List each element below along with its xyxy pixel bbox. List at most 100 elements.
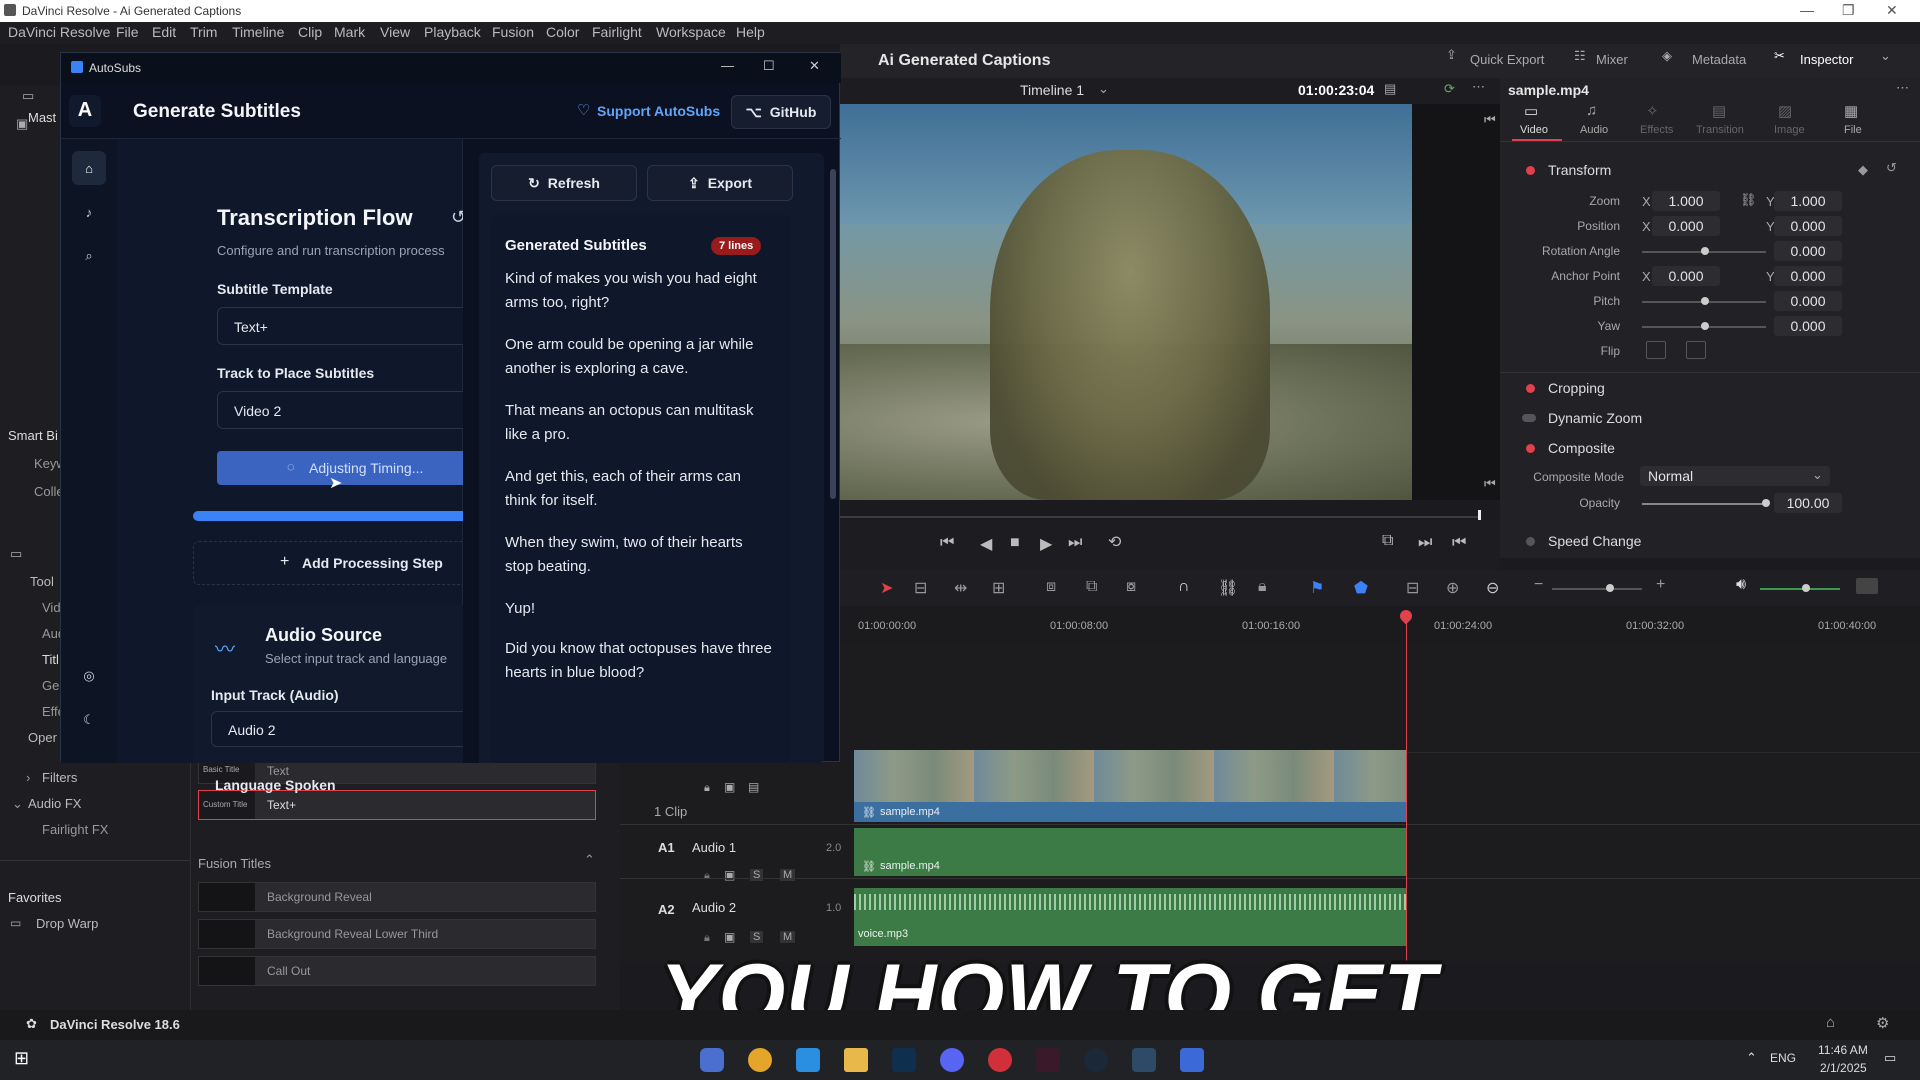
fairlight-fx-item[interactable]: Fairlight FX (42, 822, 108, 837)
tab-effects[interactable]: Effects (1640, 124, 1673, 136)
volume-icon[interactable]: 🔊︎ (1736, 576, 1746, 594)
zoom-x-field[interactable]: 1.000 (1652, 191, 1720, 211)
scrollbar-thumb[interactable] (830, 169, 836, 499)
prev-edit-icon-2[interactable]: ⏮ (1484, 476, 1496, 492)
audio1-name[interactable]: Audio 1 (692, 840, 736, 855)
clock-date[interactable]: 2/1/2025 (1820, 1061, 1867, 1075)
tab-file[interactable]: File (1844, 124, 1862, 136)
app-icon-copilot[interactable] (700, 1048, 724, 1072)
video-transitions-item[interactable]: Vid (42, 600, 61, 615)
master-bin[interactable]: Mast (28, 110, 56, 125)
playhead[interactable] (1406, 614, 1407, 962)
trim-tool-icon[interactable]: ⊟ (914, 578, 927, 598)
menu-help[interactable]: Help (736, 24, 765, 40)
close-icon[interactable]: ✕ (1886, 2, 1898, 19)
audio1-clip[interactable]: ⛓ sample.mp4 (854, 828, 1406, 876)
titles-item[interactable]: Titl (42, 652, 59, 667)
match-frame-icon[interactable]: ⧉ (1382, 532, 1393, 550)
refresh-button[interactable]: ↻ Refresh (491, 165, 637, 201)
mute-button[interactable]: M (780, 931, 796, 943)
volume-slider[interactable] (1760, 588, 1840, 590)
smart-bins[interactable]: Smart Bi (8, 428, 58, 443)
yaw-knob[interactable] (1701, 322, 1709, 330)
generators-item[interactable]: Ge (42, 678, 59, 693)
fusion-title-item[interactable]: Background Reveal Lower Third (198, 919, 596, 949)
app-icon-v[interactable] (1036, 1048, 1060, 1072)
display-icon[interactable]: ▤ (1384, 81, 1396, 97)
track-monitor-icon[interactable]: ▣ (724, 780, 735, 794)
subtitle-line[interactable]: One arm could be opening a jar while ano… (505, 333, 775, 381)
flip-vertical-icon[interactable] (1686, 341, 1706, 359)
mute-button[interactable]: M (780, 869, 796, 881)
menu-mark[interactable]: Mark (334, 24, 365, 40)
anchor-x-field[interactable]: 0.000 (1652, 266, 1720, 286)
dim-button[interactable] (1856, 578, 1878, 594)
inspector-more-icon[interactable]: ⋯ (1896, 80, 1909, 96)
photoshop-icon[interactable] (892, 1048, 916, 1072)
audio-icon[interactable]: ♪ (72, 195, 106, 229)
stop-icon[interactable]: ■ (1010, 534, 1020, 552)
cropping-enable-dot[interactable] (1526, 384, 1535, 393)
panel-toggle-icon[interactable]: ▭ (10, 546, 22, 562)
dynamic-trim-icon[interactable]: ⇹ (954, 578, 967, 598)
play-icon[interactable]: ▶ (1040, 534, 1052, 554)
audio-fx-item[interactable]: Audio FX (28, 796, 81, 811)
progress-button[interactable]: ◌ Adjusting Timing... (217, 451, 497, 485)
zoom-out-icon[interactable]: − (1534, 576, 1543, 594)
link-icon[interactable]: ⛓ (1740, 192, 1757, 208)
discord-icon[interactable] (940, 1048, 964, 1072)
insert-clip-icon[interactable]: ⧈ (1046, 578, 1056, 596)
overwrite-clip-icon[interactable]: ⧉ (1086, 578, 1097, 596)
blade-tool-icon[interactable]: ⊞ (992, 578, 1005, 598)
snapping-icon[interactable]: ∩ (1178, 578, 1190, 596)
zoom-detail-icon[interactable]: ⊕ (1446, 578, 1459, 598)
position-lock-icon[interactable]: 🔒︎ (1258, 578, 1267, 596)
pitch-field[interactable]: 0.000 (1774, 291, 1842, 311)
chevron-down-icon[interactable]: ⌄ (1098, 81, 1109, 97)
metadata-button[interactable]: Metadata (1692, 52, 1746, 67)
transform-enable-dot[interactable] (1526, 166, 1535, 175)
scrubber-track[interactable] (840, 516, 1480, 518)
input-track-select[interactable]: Audio 2 ⇕ (211, 711, 501, 747)
file-explorer-icon[interactable] (844, 1048, 868, 1072)
subtitle-line[interactable]: Did you know that octopuses have three h… (505, 637, 775, 685)
rotation-field[interactable]: 0.000 (1774, 241, 1842, 261)
transform-title[interactable]: Transform (1548, 162, 1611, 178)
maximize-icon[interactable]: ☐ (763, 58, 775, 74)
next-edit-icon[interactable]: ⏭ (1418, 534, 1432, 552)
fusion-titles-header[interactable]: Fusion Titles (198, 856, 271, 871)
subtitle-line[interactable]: Yup! (505, 597, 775, 621)
help-icon[interactable]: ◎ (72, 659, 106, 693)
davinci-icon[interactable] (1132, 1048, 1156, 1072)
anchor-y-field[interactable]: 0.000 (1774, 266, 1842, 286)
marker-icon[interactable]: ⬟ (1354, 578, 1368, 598)
dynamic-zoom-toggle[interactable] (1522, 414, 1536, 422)
pitch-knob[interactable] (1701, 297, 1709, 305)
moon-icon[interactable]: ☾ (72, 703, 106, 737)
timeline-name[interactable]: Timeline 1 (1020, 82, 1084, 98)
prev-edit-icon[interactable]: ⏮ (1484, 112, 1496, 128)
autosubs-icon[interactable] (1180, 1048, 1204, 1072)
prev-edit-transport-icon[interactable]: ⏮ (1452, 534, 1466, 552)
menu-color[interactable]: Color (546, 24, 579, 40)
language-indicator[interactable]: ENG (1770, 1051, 1796, 1065)
windows-start-icon[interactable]: ⊞ (14, 1048, 29, 1069)
menu-trim[interactable]: Trim (190, 24, 217, 40)
favorite-drop-warp[interactable]: Drop Warp (36, 916, 98, 931)
audio2-clip[interactable]: voice.mp3 (854, 888, 1406, 946)
tab-image[interactable]: Image (1774, 124, 1805, 136)
scrollbar[interactable] (829, 149, 837, 759)
menu-workspace[interactable]: Workspace (656, 24, 726, 40)
zoom-in-icon[interactable]: + (1656, 576, 1665, 594)
position-y-field[interactable]: 0.000 (1774, 216, 1842, 236)
solo-button[interactable]: S (750, 931, 764, 943)
chrome-icon[interactable] (748, 1048, 772, 1072)
yaw-field[interactable]: 0.000 (1774, 316, 1842, 336)
menu-fusion[interactable]: Fusion (492, 24, 534, 40)
rotation-knob[interactable] (1701, 247, 1709, 255)
opacity-knob[interactable] (1762, 499, 1770, 507)
openfx-group[interactable]: Oper (28, 730, 57, 745)
audio2-name[interactable]: Audio 2 (692, 900, 736, 915)
vscode-icon[interactable] (796, 1048, 820, 1072)
sync-icon[interactable]: ⟳ (1444, 81, 1455, 97)
